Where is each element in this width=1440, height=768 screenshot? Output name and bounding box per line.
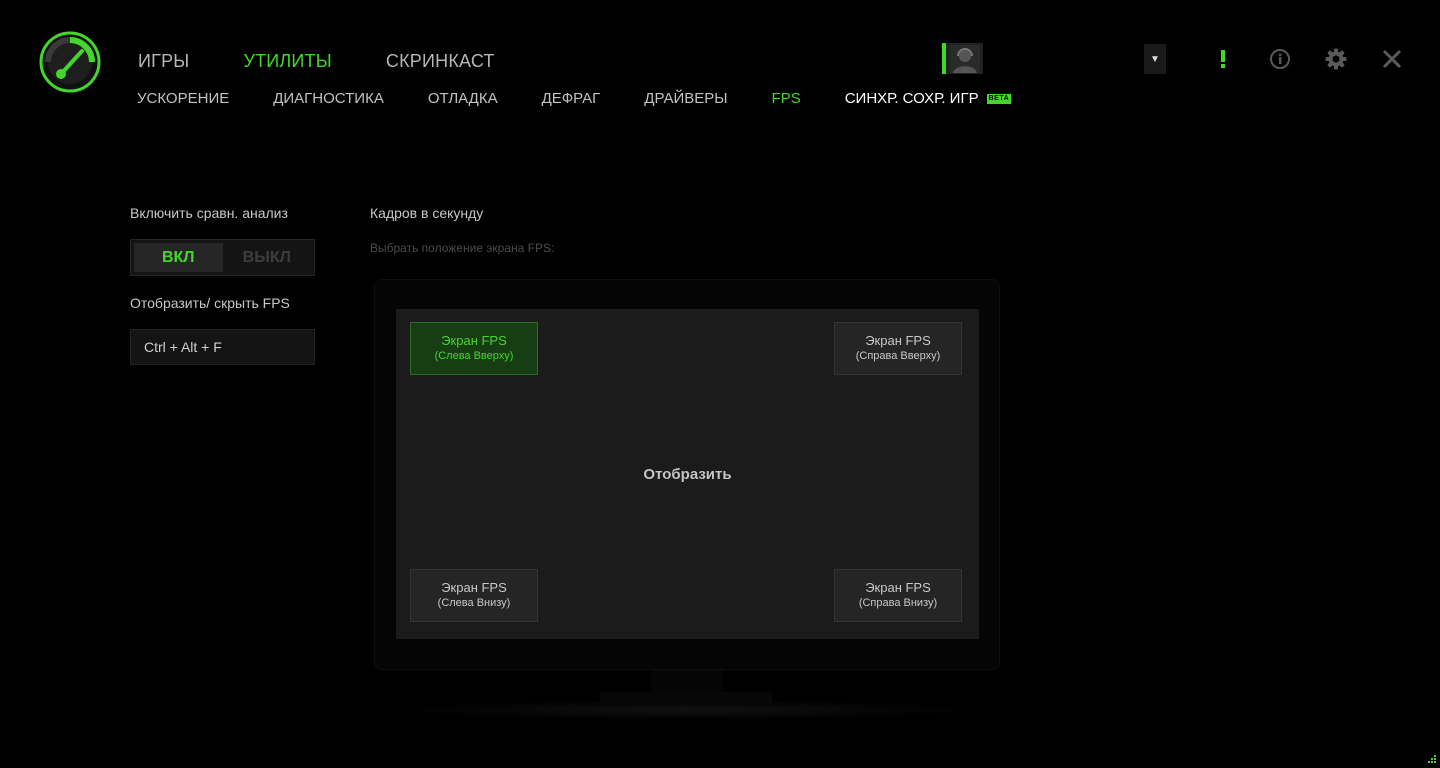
user-avatar-icon <box>949 44 980 73</box>
resize-grip-dots <box>1428 755 1436 763</box>
toggle-on-button[interactable]: ВКЛ <box>134 243 223 272</box>
subtab-defrag[interactable]: ДЕФРАГ <box>542 90 601 107</box>
info-button[interactable] <box>1267 46 1293 72</box>
hotkey-field[interactable]: Ctrl + Alt + F <box>130 329 315 365</box>
close-icon <box>1382 49 1402 69</box>
position-top-right-subtitle: (Справа Вверху) <box>855 350 941 362</box>
toggle-off-button[interactable]: ВЫКЛ <box>223 243 312 272</box>
subtab-savegame-sync[interactable]: СИНХР. СОХР. ИГР BETA <box>844 90 1012 107</box>
position-bottom-left-title: Экран FPS <box>441 580 507 595</box>
monitor-stand-neck <box>651 670 723 694</box>
position-top-right-button[interactable]: Экран FPS (Справа Вверху) <box>834 322 962 375</box>
alert-button[interactable] <box>1210 46 1236 72</box>
position-top-right-title: Экран FPS <box>865 333 931 348</box>
tab-screencast[interactable]: СКРИНКАСТ <box>386 51 495 72</box>
gear-icon <box>1325 48 1347 70</box>
position-bottom-left-subtitle: (Слева Внизу) <box>437 597 511 609</box>
beta-badge: BETA <box>986 93 1012 104</box>
position-top-left-button[interactable]: Экран FPS (Слева Вверху) <box>410 322 538 375</box>
position-bottom-right-subtitle: (Справа Внизу) <box>858 597 938 609</box>
subtab-boost[interactable]: УСКОРЕНИЕ <box>137 90 229 107</box>
subtab-fps[interactable]: FPS <box>772 90 801 107</box>
position-instruction: Выбрать положение экрана FPS: <box>370 241 555 255</box>
tab-games[interactable]: ИГРЫ <box>138 51 189 72</box>
account-dropdown[interactable]: ▼ <box>1144 44 1166 74</box>
caret-down-icon: ▼ <box>1150 53 1160 65</box>
benchmark-toggle: ВКЛ ВЫКЛ <box>130 239 315 276</box>
info-icon <box>1270 49 1290 69</box>
position-top-left-title: Экран FPS <box>441 333 507 348</box>
benchmark-label: Включить сравн. анализ <box>130 205 288 221</box>
app-logo <box>39 31 101 93</box>
tab-utilities[interactable]: УТИЛИТЫ <box>243 51 331 72</box>
monitor-stand-base <box>600 692 772 704</box>
section-title: Кадров в секунду <box>370 205 484 221</box>
exclamation-icon <box>1221 50 1225 68</box>
subtab-drivers[interactable]: ДРАЙВЕРЫ <box>644 90 727 107</box>
subtab-diagnostics[interactable]: ДИАГНОСТИКА <box>273 90 384 107</box>
settings-button[interactable] <box>1323 46 1349 72</box>
position-bottom-right-button[interactable]: Экран FPS (Справа Внизу) <box>834 569 962 622</box>
main-nav: ИГРЫ УТИЛИТЫ СКРИНКАСТ <box>138 51 549 72</box>
sub-nav: УСКОРЕНИЕ ДИАГНОСТИКА ОТЛАДКА ДЕФРАГ ДРА… <box>137 90 1055 107</box>
hotkey-label: Отобразить/ скрыть FPS <box>130 295 290 311</box>
speedometer-icon <box>39 31 101 93</box>
user-avatar[interactable] <box>942 43 983 74</box>
position-top-left-subtitle: (Слева Вверху) <box>434 350 514 362</box>
show-label: Отобразить <box>643 466 732 483</box>
resize-grip-icon[interactable] <box>1424 752 1436 764</box>
subtab-savegame-sync-label: СИНХР. СОХР. ИГР <box>844 90 979 107</box>
position-bottom-left-button[interactable]: Экран FPS (Слева Внизу) <box>410 569 538 622</box>
close-button[interactable] <box>1379 46 1405 72</box>
position-bottom-right-title: Экран FPS <box>865 580 931 595</box>
subtab-debug[interactable]: ОТЛАДКА <box>428 90 498 107</box>
